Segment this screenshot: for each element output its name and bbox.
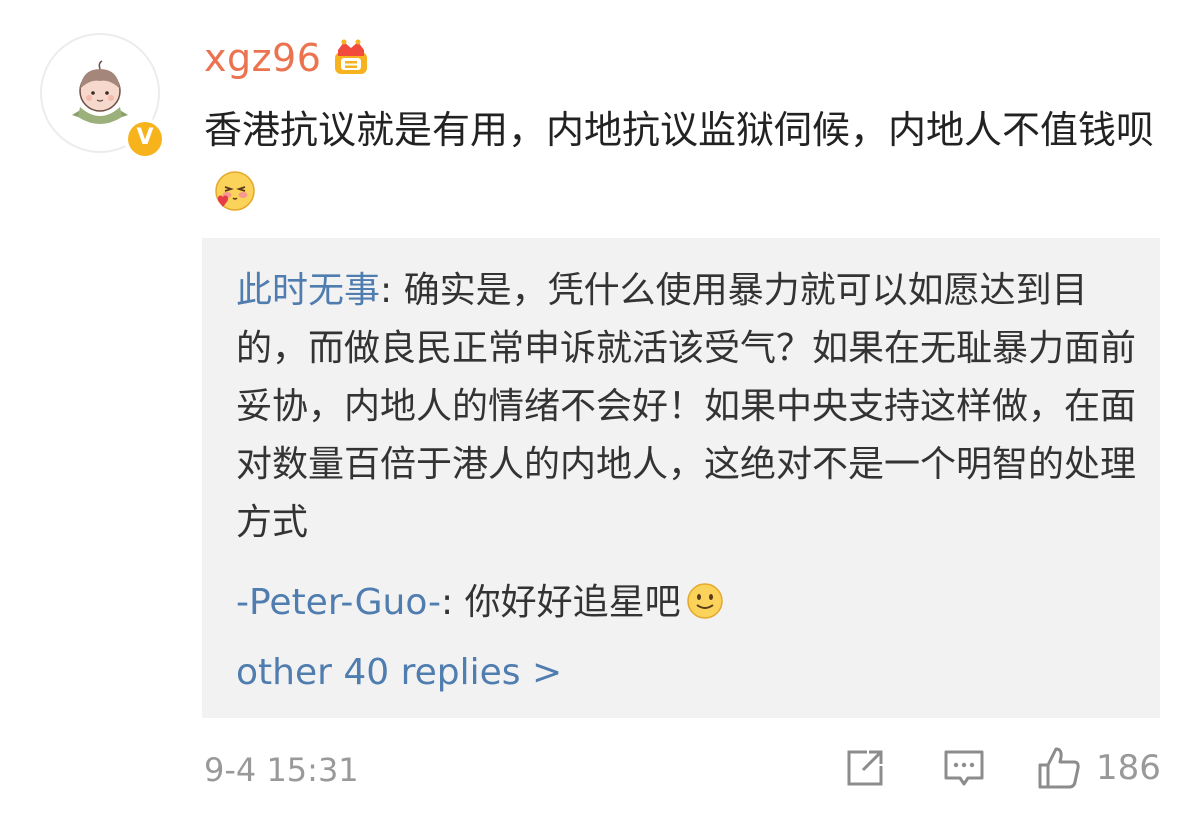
reply: 此时无事: 确实是，凭什么使用暴力就可以如愿达到目的，而做良民正常申诉就活该受气… [236,262,1136,552]
like-button[interactable]: 186 [1036,744,1161,792]
comment-card: V xgz96 香港抗议就是有用，内地抗议监狱伺候，内地人不值钱呗 此时无事: … [0,0,1200,826]
reply-separator: : [380,270,404,311]
repost-icon [847,750,883,786]
shy-love-emoji [215,170,255,211]
like-count: 186 [1096,748,1161,788]
username[interactable]: xgz96 [204,36,321,80]
thumbs-up-icon [1038,747,1080,789]
timestamp: 9-4 15:31 [204,751,359,789]
repost-button[interactable] [843,744,887,792]
reply-author[interactable]: 此时无事 [236,270,380,311]
verified-badge: V [124,118,166,160]
verified-v-icon: V [128,122,162,156]
comment-text: 香港抗议就是有用，内地抗议监狱伺候，内地人不值钱呗 [204,98,1174,226]
crown-icon[interactable] [331,38,371,78]
more-replies-link[interactable]: other 40 replies > [236,644,562,702]
comment-icon [944,750,984,786]
reply-text: 你好好追星吧 [464,582,681,623]
reply-author[interactable]: -Peter-Guo- [236,582,441,623]
smile-emoji [686,583,723,619]
comment-text-content: 香港抗议就是有用，内地抗议监狱伺候，内地人不值钱呗 [204,108,1155,152]
comment-button[interactable] [942,744,986,792]
reply: -Peter-Guo-: 你好好追星吧 [236,574,1136,632]
reply-separator: : [441,582,465,623]
username-row: xgz96 [204,34,371,82]
reply-box[interactable]: 此时无事: 确实是，凭什么使用暴力就可以如愿达到目的，而做良民正常申诉就活该受气… [202,238,1160,718]
